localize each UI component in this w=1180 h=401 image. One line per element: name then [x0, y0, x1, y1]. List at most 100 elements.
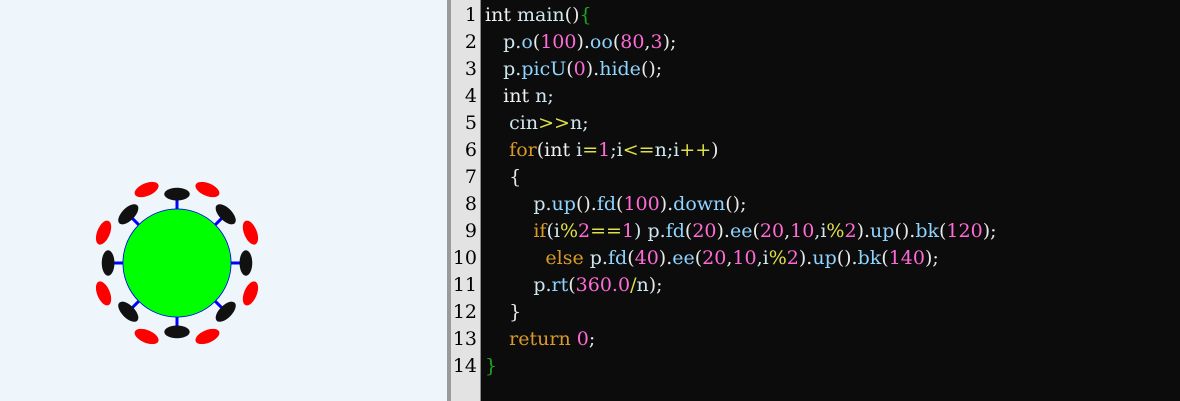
code-line[interactable]: p.picU(0).hide();	[485, 56, 662, 83]
spoke-line	[130, 299, 141, 310]
code-token: 120	[946, 220, 983, 242]
line-number: 7	[464, 166, 477, 188]
code-token: ,i	[756, 247, 769, 269]
code-line[interactable]: if(i%2==1) p.fd(20).ee(20,10,i%2).up().b…	[485, 218, 996, 245]
code-token: ee	[672, 247, 695, 269]
code-token: p.	[485, 31, 522, 53]
red-petal	[242, 220, 259, 245]
code-token: 40	[634, 247, 659, 269]
code-line[interactable]: p.o(100).oo(80,3);	[485, 29, 676, 56]
code-token: p.	[485, 274, 552, 296]
red-petal	[195, 181, 220, 198]
code-token: return	[509, 328, 577, 350]
spoke-line	[213, 216, 224, 227]
code-token: 360.0	[575, 274, 631, 296]
code-token: down	[673, 193, 726, 215]
code-token: (i	[546, 220, 560, 242]
code-token: %	[826, 220, 845, 242]
code-token: )	[711, 139, 719, 161]
red-petal	[195, 328, 220, 345]
code-line[interactable]: {	[485, 164, 521, 191]
line-number: 10	[452, 247, 477, 269]
code-token: ).	[716, 220, 730, 242]
code-line[interactable]: for(int i=1;i<=n;i++)	[485, 137, 719, 164]
code-token: 2	[578, 220, 591, 242]
code-token: <=	[622, 139, 655, 161]
code-line[interactable]: cin>>n;	[485, 110, 588, 137]
red-petal	[95, 281, 112, 306]
code-line[interactable]: int main(){	[485, 2, 592, 29]
code-token: p.	[485, 193, 552, 215]
code-token: ().	[894, 220, 916, 242]
code-line[interactable]: p.up().fd(100).down();	[485, 191, 747, 218]
code-token: (	[881, 247, 889, 269]
code-line[interactable]: }	[485, 299, 521, 326]
code-token: ().	[836, 247, 858, 269]
code-token: 2	[844, 220, 857, 242]
code-token: ).	[658, 247, 673, 269]
code-token: int	[544, 139, 577, 161]
code-token: fd	[607, 247, 628, 269]
code-line[interactable]: return 0;	[485, 326, 595, 353]
red-petal	[95, 220, 112, 245]
code-token: up	[812, 247, 837, 269]
code-token: =	[582, 139, 599, 161]
turtle-canvas	[0, 0, 447, 401]
code-token: ;	[588, 328, 596, 350]
code-token: ==	[590, 220, 622, 242]
black-petal	[101, 250, 115, 276]
code-token: %	[768, 247, 787, 269]
code-token: ++	[679, 139, 712, 161]
code-token: ;i	[610, 139, 623, 161]
turtle-drawing	[95, 181, 259, 345]
line-number: 6	[464, 139, 477, 161]
code-token: ).	[576, 31, 590, 53]
code-line[interactable]: }	[485, 353, 497, 380]
code-token: 10	[790, 220, 815, 242]
code-token: );	[648, 274, 663, 296]
code-line[interactable]: p.rt(360.0/n);	[485, 272, 663, 299]
code-line[interactable]: else p.fd(40).ee(20,10,i%2).up().bk(140)…	[485, 245, 939, 272]
code-token: );	[924, 247, 939, 269]
line-number: 13	[452, 328, 477, 350]
code-token: %	[559, 220, 578, 242]
code-token: ,i	[814, 220, 827, 242]
code-token: {	[485, 166, 522, 188]
code-token: 100	[623, 193, 660, 215]
red-petal	[134, 328, 159, 345]
line-number: 9	[464, 220, 477, 242]
line-number: 3	[464, 58, 477, 80]
line-number: 12	[452, 301, 477, 323]
code-token: int	[503, 85, 536, 107]
code-token: 0	[573, 58, 586, 80]
spoke-line	[213, 299, 224, 310]
black-petal	[239, 250, 253, 276]
code-token: else	[545, 247, 584, 269]
line-number-gutter: 1 2 3 4 5 6 7 8 9 10 11 12 13 14	[451, 0, 481, 401]
code-token: 1	[621, 220, 635, 242]
code-token: ();	[725, 193, 747, 215]
code-token: n;	[535, 85, 554, 107]
black-petal	[164, 187, 190, 201]
code-token: }	[485, 355, 498, 377]
code-token: 0	[576, 328, 589, 350]
code-token: 2	[786, 247, 799, 269]
code-token: ).	[659, 193, 674, 215]
code-token: );	[662, 31, 677, 53]
code-token: 20	[759, 220, 785, 242]
line-number: 8	[464, 193, 477, 215]
code-editor[interactable]: 1 2 3 4 5 6 7 8 9 10 11 12 13 14 int main(){ p.o(100)…	[451, 0, 1180, 401]
code-area[interactable]: int main(){ p.o(100).oo(80,3); p.picU(0)…	[485, 0, 1175, 401]
code-line[interactable]: int n;	[485, 83, 554, 110]
code-token: bk	[915, 220, 939, 242]
code-token: fd	[665, 220, 685, 242]
code-token: ee	[729, 220, 753, 242]
code-token: for	[509, 139, 537, 161]
code-token: 20	[692, 220, 717, 242]
code-token: int	[485, 4, 517, 26]
code-token: 10	[732, 247, 757, 269]
line-number: 5	[464, 112, 477, 134]
code-token: p.	[583, 247, 608, 269]
code-token: ().	[575, 193, 597, 215]
